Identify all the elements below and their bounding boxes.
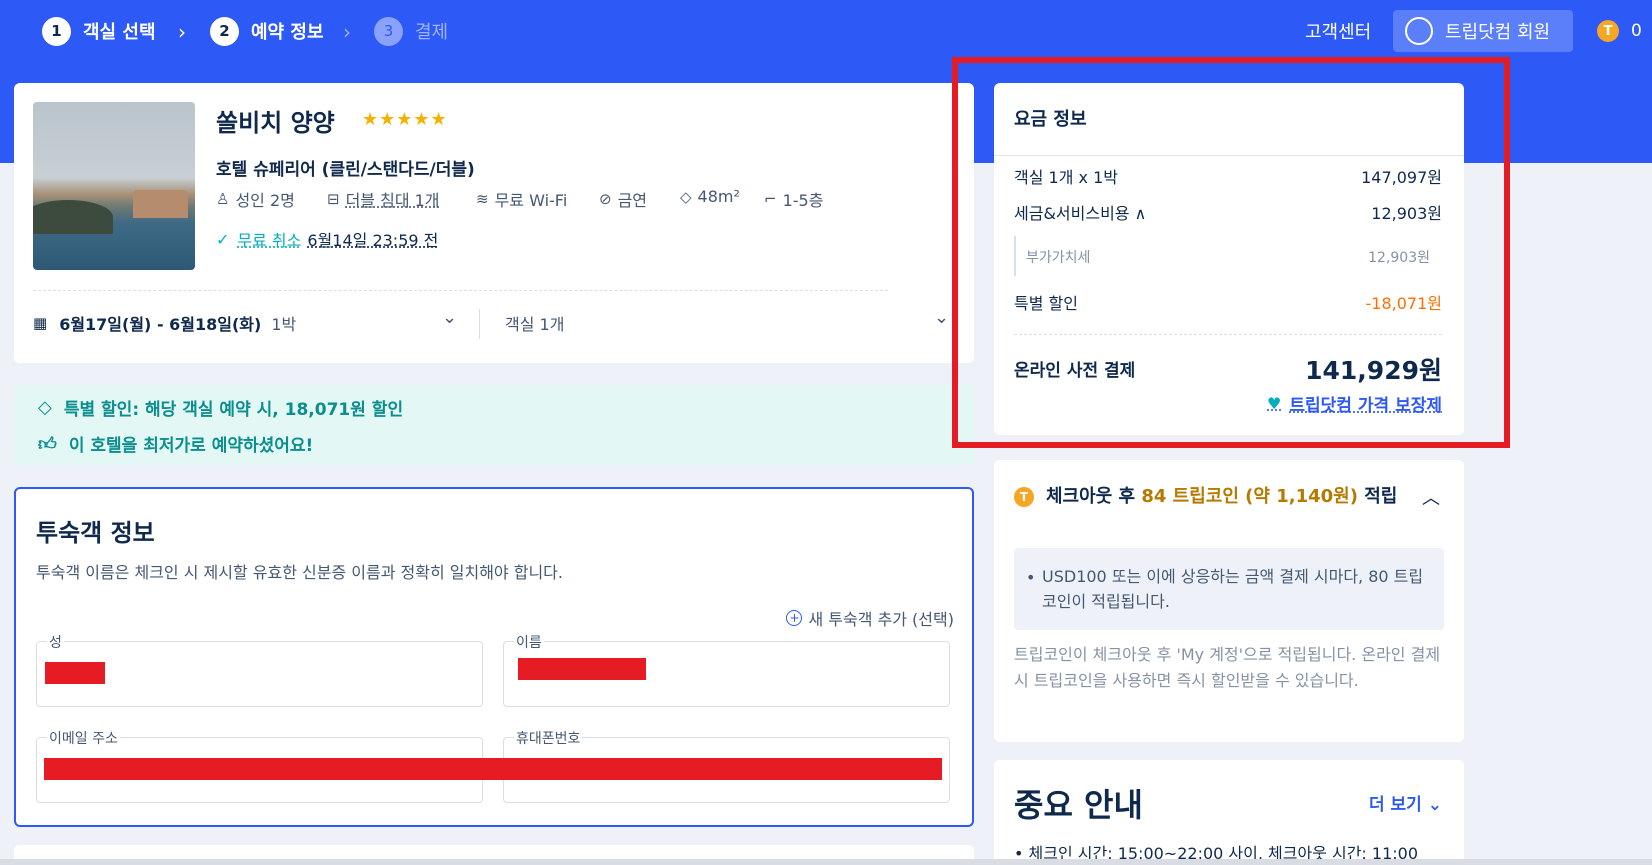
- add-guest-label: 새 투숙객 추가 (선택): [808, 610, 954, 629]
- coin-prefix: 체크아웃 후: [1046, 486, 1142, 507]
- step-number: 3: [374, 16, 403, 46]
- room-type: 호텔 슈페리어 (클린/스탠다드/더블): [216, 160, 475, 180]
- chevron-right-icon: ›: [178, 20, 186, 44]
- hotel-name: 쏠비치 양양: [216, 109, 335, 137]
- amenity-guests: ♙ 성인 2명: [216, 187, 295, 211]
- step-label: 예약 정보: [251, 22, 324, 43]
- coin-reward-card: T 체크아웃 후 84 트립코인 (약 1,140원) 적립 ︿ • USD10…: [994, 460, 1464, 742]
- chevron-down-icon[interactable]: ⌄: [934, 307, 949, 328]
- field-label: 성: [47, 632, 64, 652]
- promo-discount: ◇ 특별 할인: 해당 객실 예약 시, 18,071원 할인: [38, 395, 403, 420]
- thumbs-up-icon: 👍︎: [38, 433, 57, 455]
- horizontal-scrollbar[interactable]: [0, 859, 1652, 865]
- bed-icon: ⊟: [327, 190, 340, 208]
- chevron-right-icon: ›: [343, 20, 351, 44]
- step-payment: 3 결제: [374, 16, 448, 46]
- promo-best-price-text: 이 호텔을 최저가로 예약하셨어요!: [68, 436, 314, 456]
- stairs-icon: ⌐: [764, 190, 777, 208]
- amenity-label: 48m²: [697, 187, 740, 206]
- redaction: [45, 662, 105, 684]
- coin-balance[interactable]: T 0: [1597, 20, 1642, 42]
- photo-building: [133, 190, 188, 218]
- coin-suffix: 적립: [1357, 486, 1398, 507]
- trip-coin-icon: T: [1014, 487, 1034, 507]
- coin-amount: 84 트립코인 (약 1,140원): [1141, 486, 1358, 507]
- amenity-label: 1-5층: [782, 191, 824, 210]
- coin-bullet-text: USD100 또는 이에 상응하는 금액 결제 시마다, 80 트립코인이 적립…: [1042, 567, 1424, 611]
- star-rating: ★★★★★: [362, 109, 448, 130]
- amenity-label: 더블 침대 1개: [345, 191, 440, 210]
- last-name-field[interactable]: 성: [36, 632, 483, 707]
- amenity-no-smoking: ⊘ 금연: [599, 187, 647, 211]
- add-guest-button[interactable]: + 새 투숙객 추가 (선택): [786, 606, 954, 630]
- wifi-icon: ≋: [476, 190, 489, 208]
- amenity-wifi: ≋ 무료 Wi-Fi: [476, 187, 567, 211]
- field-label: 이메일 주소: [47, 728, 120, 748]
- more-link[interactable]: 더 보기 ⌄: [1369, 790, 1442, 815]
- amenity-bed: ⊟ 더블 침대 1개: [327, 187, 440, 211]
- coin-note: 트립코인이 체크아웃 후 'My 계정'으로 적립됩니다. 온라인 결제 시 트…: [1014, 645, 1441, 690]
- redaction: [44, 758, 942, 780]
- step-number: 1: [42, 16, 71, 46]
- chevron-down-icon: ⌄: [1427, 795, 1442, 815]
- important-notice-card: 중요 안내 더 보기 ⌄ • 체크인 시간: 15:00~22:00 사이, 체…: [994, 760, 1464, 865]
- step-room-selection: 1 객실 선택: [42, 16, 156, 46]
- stay-dates[interactable]: ▦ 6월17일(월) - 6월18일(화) 1박: [33, 311, 296, 335]
- top-header: 1 객실 선택 › 2 예약 정보 › 3 결제 고객센터 트립닷컴 회원 T …: [0, 0, 1652, 62]
- free-cancellation[interactable]: ✓ 무료 취소 6월14일 23:59 전: [216, 227, 438, 251]
- no-smoking-icon: ⊘: [599, 190, 612, 208]
- coin-reward-title: T 체크아웃 후 84 트립코인 (약 1,140원) 적립: [1014, 482, 1404, 512]
- amenity-label: 무료 Wi-Fi: [494, 191, 568, 210]
- promo-discount-text: 특별 할인: 해당 객실 예약 시, 18,071원 할인: [63, 400, 404, 420]
- step-number: 2: [210, 16, 239, 46]
- customer-service-link[interactable]: 고객센터: [1305, 18, 1371, 44]
- more-label: 더 보기: [1368, 795, 1422, 815]
- member-label: 트립닷컴 회원: [1445, 22, 1551, 43]
- first-name-field[interactable]: 이름: [503, 632, 950, 707]
- tag-icon: ◇: [38, 397, 52, 418]
- field-label: 휴대폰번호: [514, 728, 583, 748]
- guest-info-form: 투숙객 정보 투숙객 이름은 체크인 시 제시할 유효한 신분증 이름과 정확히…: [14, 487, 974, 827]
- trip-coin-icon: T: [1597, 20, 1619, 42]
- promo-best-price: 👍︎ 이 호텔을 최저가로 예약하셨어요!: [38, 431, 314, 457]
- guest-description: 투숙객 이름은 체크인 시 제시할 유효한 신분증 이름과 정확히 일치해야 합…: [36, 563, 563, 582]
- hotel-summary-card: 쏠비치 양양 ★★★★★ 호텔 슈페리어 (클린/스탠다드/더블) ♙ 성인 2…: [14, 83, 974, 363]
- notice-title: 중요 안내: [1014, 786, 1143, 824]
- step-label: 결제: [415, 22, 449, 43]
- calendar-icon: ▦: [33, 314, 48, 332]
- step-label: 객실 선택: [83, 22, 156, 43]
- step-booking-info: 2 예약 정보: [210, 16, 324, 46]
- divider: [479, 309, 480, 339]
- amenity-floors: ⌐ 1-5층: [764, 187, 823, 211]
- person-icon: ♙: [216, 190, 230, 208]
- user-avatar-icon: [1405, 17, 1433, 45]
- amenity-label: 성인 2명: [235, 191, 295, 210]
- bullet: •: [1026, 568, 1036, 587]
- hotel-photo[interactable]: [33, 102, 195, 270]
- field-label: 이름: [514, 632, 544, 652]
- coin-info-box: • USD100 또는 이에 상응하는 금액 결제 시마다, 80 트립코인이 …: [1014, 548, 1444, 630]
- cancel-deadline: 6월14일 23:59 전: [307, 231, 439, 250]
- promo-banner: ◇ 특별 할인: 해당 객실 예약 시, 18,071원 할인 👍︎ 이 호텔을…: [14, 385, 974, 465]
- room-count[interactable]: 객실 1개: [505, 311, 564, 335]
- coin-count: 0: [1631, 21, 1642, 41]
- highlight-box: [952, 57, 1510, 448]
- photo-hill: [33, 200, 113, 234]
- member-button[interactable]: 트립닷컴 회원: [1393, 10, 1573, 52]
- plus-circle-icon: +: [786, 610, 803, 626]
- free-cancel-label: 무료 취소: [237, 231, 302, 250]
- date-range: 6월17일(월) - 6월18일(화): [59, 315, 262, 334]
- chevron-down-icon[interactable]: ⌄: [442, 307, 457, 328]
- chevron-up-icon[interactable]: ︿: [1422, 484, 1440, 510]
- section-title: 투숙객 정보: [36, 519, 155, 547]
- divider: [33, 290, 888, 291]
- area-icon: ◇: [680, 187, 692, 206]
- amenity-label: 금연: [617, 191, 648, 210]
- nights: 1박: [271, 315, 297, 334]
- check-circle-icon: ✓: [216, 229, 230, 249]
- redaction: [518, 658, 646, 680]
- amenity-area: ◇ 48m²: [680, 187, 740, 206]
